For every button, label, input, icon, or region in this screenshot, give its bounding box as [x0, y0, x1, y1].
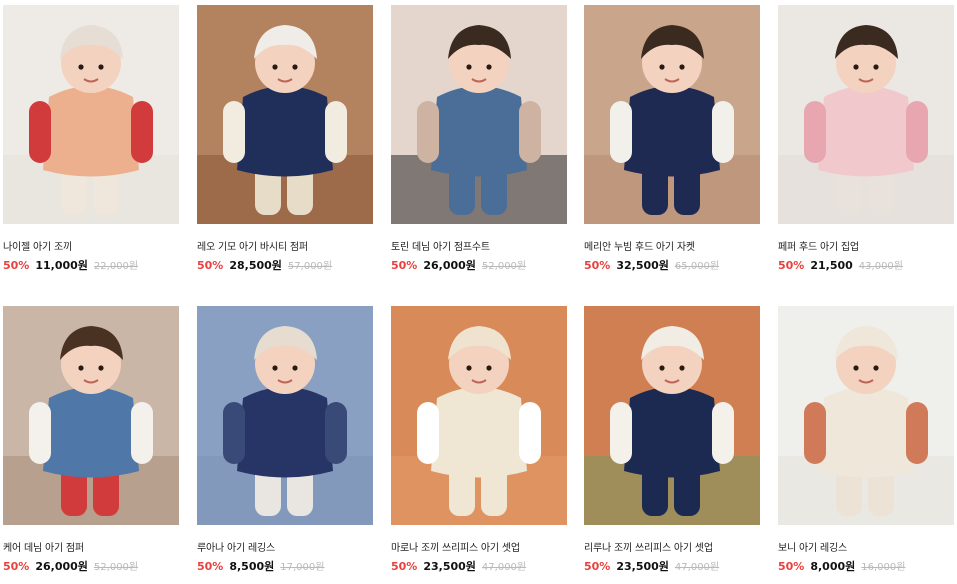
product-name[interactable]: 루아나 아기 레깅스: [197, 539, 275, 554]
product-image[interactable]: [197, 306, 373, 525]
product-grid: 나이젤 아기 조끼 50% 11,000원 22,000원 레오 기모 아기 바시티 점…: [0, 0, 957, 584]
product-image[interactable]: [778, 5, 954, 224]
product-image[interactable]: [391, 5, 567, 224]
product-name[interactable]: 마로나 조끼 쓰리피스 아기 셋업: [391, 539, 520, 554]
price-row: 50% 26,000원 52,000원: [391, 257, 526, 273]
product-name[interactable]: 토린 데님 아기 점프수트: [391, 238, 490, 253]
original-price: 52,000원: [481, 261, 527, 272]
product-image[interactable]: [584, 5, 760, 224]
discount-rate: 50%: [778, 259, 805, 272]
price-row: 50% 23,500원 47,000원: [584, 558, 719, 574]
original-price: 47,000원: [674, 562, 720, 573]
price-row: 50% 21,500 43,000원: [778, 257, 903, 272]
sale-price: 23,500원: [423, 560, 476, 573]
sale-price: 23,500원: [616, 560, 669, 573]
sale-price: 26,000원: [35, 560, 88, 573]
price-row: 50% 8,500원 17,000원: [197, 558, 324, 574]
sale-price: 21,500: [810, 259, 853, 272]
price-row: 50% 26,000원 52,000원: [3, 558, 138, 574]
original-price: 22,000원: [93, 261, 139, 272]
product-name[interactable]: 리루나 조끼 쓰리피스 아기 셋업: [584, 539, 713, 554]
original-price: 57,000원: [287, 261, 333, 272]
discount-rate: 50%: [391, 560, 418, 573]
discount-rate: 50%: [3, 259, 30, 272]
discount-rate: 50%: [584, 560, 611, 573]
original-price: 47,000원: [481, 562, 527, 573]
discount-rate: 50%: [197, 560, 224, 573]
product-name[interactable]: 레오 기모 아기 바시티 점퍼: [197, 238, 308, 253]
original-price: 17,000원: [280, 562, 325, 573]
discount-rate: 50%: [197, 259, 224, 272]
original-price: 52,000원: [93, 562, 139, 573]
product-name[interactable]: 메리안 누빔 후드 아기 자켓: [584, 238, 695, 253]
sale-price: 11,000원: [35, 259, 88, 272]
product-image[interactable]: [3, 306, 179, 525]
product-image[interactable]: [391, 306, 567, 525]
product-image[interactable]: [3, 5, 179, 224]
price-row: 50% 8,000원 16,000원: [778, 558, 905, 574]
sale-price: 32,500원: [616, 259, 669, 272]
product-name[interactable]: 페퍼 후드 아기 집업: [778, 238, 859, 253]
discount-rate: 50%: [391, 259, 418, 272]
product-name[interactable]: 나이젤 아기 조끼: [3, 238, 72, 253]
sale-price: 28,500원: [229, 259, 282, 272]
price-row: 50% 28,500원 57,000원: [197, 257, 332, 273]
product-image[interactable]: [584, 306, 760, 525]
price-row: 50% 23,500원 47,000원: [391, 558, 526, 574]
product-image[interactable]: [778, 306, 954, 525]
original-price: 65,000원: [674, 261, 720, 272]
product-name[interactable]: 보니 아기 레깅스: [778, 539, 847, 554]
product-image[interactable]: [197, 5, 373, 224]
sale-price: 26,000원: [423, 259, 476, 272]
original-price: 16,000원: [861, 562, 906, 573]
product-name[interactable]: 케어 데님 아기 점퍼: [3, 539, 84, 554]
discount-rate: 50%: [778, 560, 805, 573]
discount-rate: 50%: [3, 560, 30, 573]
sale-price: 8,500원: [229, 560, 275, 573]
price-row: 50% 11,000원 22,000원: [3, 257, 138, 273]
original-price: 43,000원: [858, 261, 903, 272]
price-row: 50% 32,500원 65,000원: [584, 257, 719, 273]
discount-rate: 50%: [584, 259, 611, 272]
sale-price: 8,000원: [810, 560, 856, 573]
